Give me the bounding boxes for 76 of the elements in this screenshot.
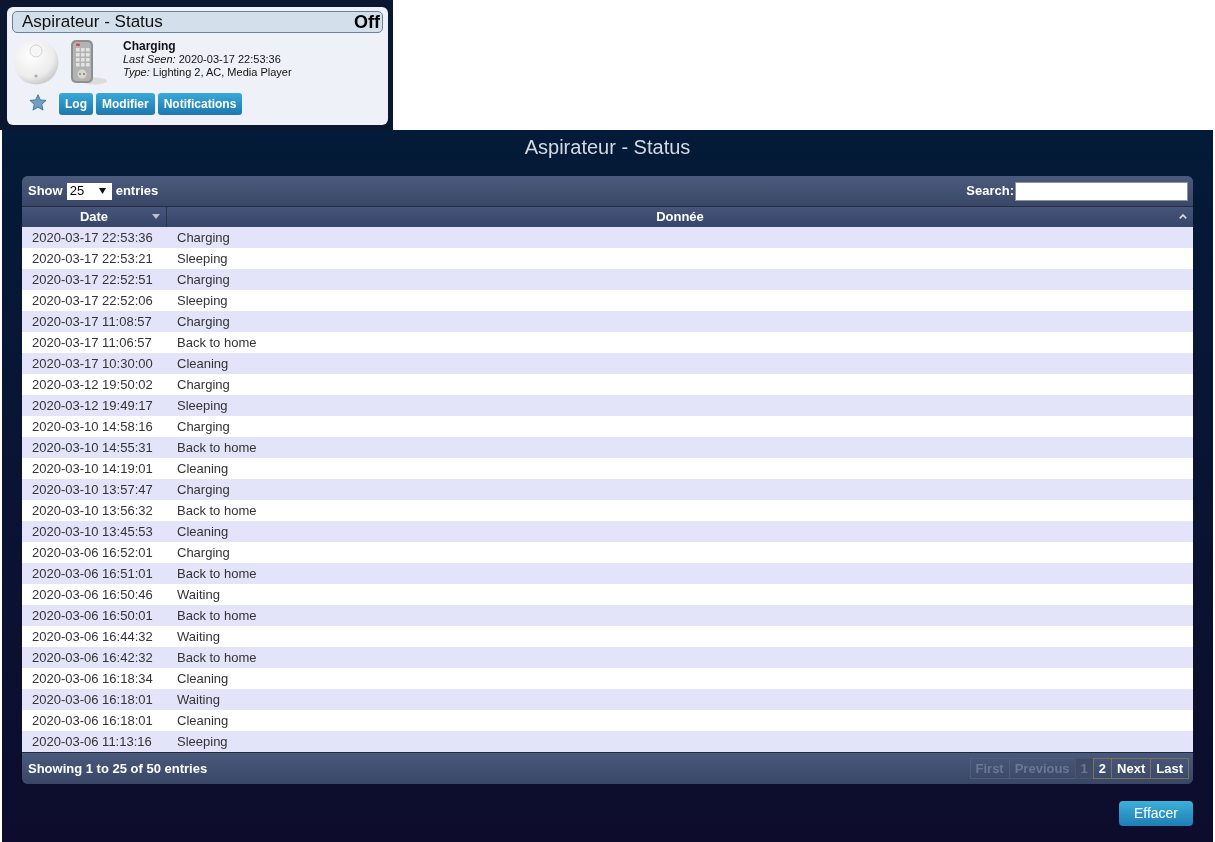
show-label: Show	[28, 182, 63, 201]
date-cell-text: 2020-03-06 16:18:34	[31, 670, 154, 688]
date-cell-text: 2020-03-10 13:56:32	[31, 502, 154, 520]
date-cell-text: 2020-03-06 16:18:01	[31, 691, 154, 709]
clear-button[interactable]: Effacer	[1119, 801, 1193, 826]
value-cell-text: Sleeping	[176, 250, 228, 268]
value-cell-text: Cleaning	[176, 712, 229, 730]
page-length-select[interactable]: 25	[66, 182, 112, 200]
table-info: Showing 1 to 25 of 50 entries	[28, 759, 208, 778]
device-name: Aspirateur - Status	[22, 12, 163, 32]
value-cell-text: Back to home	[176, 502, 257, 520]
dropdown-caret-icon	[98, 188, 106, 194]
value-cell-text: Charging	[176, 376, 230, 394]
value-cell-text: Cleaning	[176, 355, 229, 373]
value-cell-text: Back to home	[176, 649, 257, 667]
search-field[interactable]	[1015, 181, 1188, 201]
value-cell-text: Charging	[176, 271, 230, 289]
value-cell-text: Cleaning	[176, 670, 229, 688]
sort-down-icon	[152, 214, 160, 219]
date-cell-text: 2020-03-17 22:52:06	[31, 292, 154, 310]
star-icon[interactable]	[29, 93, 47, 111]
date-cell-text: 2020-03-10 13:57:47	[31, 481, 154, 499]
value-cell-text: Charging	[176, 418, 230, 436]
value-cell-text: Cleaning	[176, 523, 229, 541]
card-action-button[interactable]: Log	[59, 93, 93, 115]
date-cell-text: 2020-03-06 16:18:01	[31, 712, 154, 730]
search-label: Search:	[966, 182, 1014, 201]
value-cell-text: Waiting	[176, 586, 220, 604]
date-cell-text: 2020-03-10 14:55:31	[31, 439, 154, 457]
card-action-button[interactable]: Modifier	[96, 93, 155, 115]
remote-control-icon	[68, 39, 108, 85]
device-state: Off	[354, 12, 380, 32]
date-cell-text: 2020-03-17 10:30:00	[31, 355, 154, 373]
date-cell-text: 2020-03-06 16:52:01	[31, 544, 154, 562]
pagination-button[interactable]: Last	[1150, 758, 1189, 779]
date-cell-text: 2020-03-06 16:50:01	[31, 607, 154, 625]
device-type-text: Type: Lighting 2, AC, Media Player	[123, 66, 292, 79]
value-cell-text: Charging	[176, 544, 230, 562]
value-cell-text: Charging	[176, 313, 230, 331]
value-cell-text: Back to home	[176, 439, 257, 457]
date-cell-text: 2020-03-12 19:50:02	[31, 376, 154, 394]
date-cell-text: 2020-03-17 22:53:21	[31, 250, 154, 268]
value-cell-text: Waiting	[176, 691, 220, 709]
date-cell-text: 2020-03-10 14:19:01	[31, 460, 154, 478]
value-cell-text: Sleeping	[176, 292, 228, 310]
value-cell-text: Charging	[176, 229, 230, 247]
card-action-button[interactable]: Notifications	[157, 93, 243, 115]
value-cell-text: Charging	[176, 481, 230, 499]
date-cell-text: 2020-03-06 16:50:46	[31, 586, 154, 604]
date-cell-text: 2020-03-06 16:51:01	[31, 565, 154, 583]
date-cell-text: 2020-03-17 11:06:57	[31, 334, 153, 352]
last-seen-text: Last Seen: 2020-03-17 22:53:36	[123, 53, 282, 66]
date-cell-text: 2020-03-17 22:53:36	[31, 229, 154, 247]
device-status: Charging	[123, 39, 177, 53]
value-cell-text: Back to home	[176, 607, 257, 625]
robot-vacuum-icon	[13, 39, 59, 85]
date-cell-text: 2020-03-10 13:45:53	[31, 523, 154, 541]
value-cell-text: Waiting	[176, 628, 220, 646]
value-cell-text: Sleeping	[176, 397, 228, 415]
value-cell-text: Back to home	[176, 565, 257, 583]
pagination-button[interactable]: Next	[1111, 758, 1152, 779]
sort-up-icon	[1179, 214, 1187, 219]
value-cell-text: Cleaning	[176, 460, 229, 478]
date-cell-text: 2020-03-06 16:42:32	[31, 649, 154, 667]
date-cell-text: 2020-03-12 19:49:17	[31, 397, 154, 415]
value-cell-text: Back to home	[176, 334, 257, 352]
page-title: Aspirateur - Status	[524, 137, 691, 157]
date-cell-text: 2020-03-17 22:52:51	[31, 271, 154, 289]
column-header[interactable]: Donnée	[167, 207, 1193, 227]
date-cell-text: 2020-03-10 14:58:16	[31, 418, 154, 436]
date-cell-text: 2020-03-06 11:13:16	[31, 733, 153, 751]
entries-label: entries	[115, 182, 159, 201]
date-cell-text: 2020-03-06 16:44:32	[31, 628, 154, 646]
value-cell-text: Sleeping	[176, 733, 228, 751]
pagination-button[interactable]: 2	[1092, 758, 1113, 779]
date-cell-text: 2020-03-17 11:08:57	[31, 313, 153, 331]
